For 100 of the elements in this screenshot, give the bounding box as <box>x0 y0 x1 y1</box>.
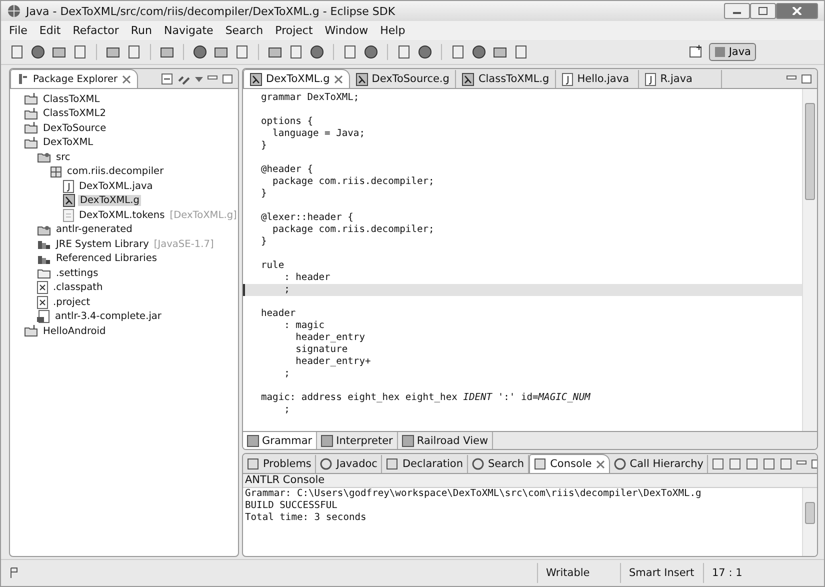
close-icon[interactable] <box>334 74 343 84</box>
editor-tab[interactable]: DexToXML.g <box>243 69 350 88</box>
maximize-icon[interactable] <box>801 74 813 84</box>
menu-item[interactable]: Project <box>275 24 313 37</box>
code-line: package com.riis.decompiler; <box>272 176 434 187</box>
code-line: grammar DexToXML; <box>261 92 360 103</box>
menu-item[interactable]: Navigate <box>164 24 214 37</box>
tree-item[interactable]: com.riis.decompiler <box>65 166 166 178</box>
project-folder-icon <box>24 108 38 120</box>
view-tab[interactable]: Package Explorer <box>10 69 138 88</box>
java-file-icon <box>562 72 574 86</box>
page-icon <box>247 434 259 446</box>
code-line: } <box>261 236 267 247</box>
menu-item[interactable]: File <box>9 24 28 37</box>
code-line: @lexer::header { <box>261 212 354 223</box>
maximize-icon[interactable] <box>222 74 234 84</box>
project-folder-icon <box>24 122 38 134</box>
tree-item[interactable]: .project <box>51 296 92 308</box>
xml-file-icon <box>37 296 48 309</box>
tree-item[interactable]: JRE System Library <box>54 238 151 250</box>
code-line: @header { <box>261 164 313 175</box>
project-folder-icon <box>24 93 38 106</box>
view-tab[interactable]: Problems <box>243 455 316 473</box>
console-line: Total time: 3 seconds <box>245 512 368 524</box>
tree-item[interactable]: HelloAndroid <box>41 326 108 337</box>
status-field: Smart Insert <box>620 563 703 583</box>
code-line: rule <box>261 260 284 271</box>
minimize-button[interactable] <box>724 3 750 19</box>
perspective-button[interactable]: Java <box>708 43 756 61</box>
xml-file-icon <box>37 281 48 294</box>
library-icon <box>37 238 51 250</box>
tree-item-decoration: [DexToXML.g] <box>170 210 237 221</box>
maximize-icon <box>758 7 768 15</box>
grammar-file-icon <box>63 194 75 208</box>
project-folder-icon <box>24 136 38 149</box>
close-button[interactable] <box>776 3 818 19</box>
window-title: Java - DexToXML/src/com/riis/decompiler/DexToXML.g - Eclipse SDK <box>26 4 396 18</box>
close-icon[interactable] <box>596 460 605 468</box>
code-line: : magic <box>283 320 325 331</box>
editor-page-tab[interactable]: Grammar <box>243 432 318 449</box>
tree-item[interactable]: DexToXML.tokens <box>77 210 167 221</box>
tree-item[interactable]: antlr-generated <box>54 224 134 236</box>
code-line: ; <box>283 284 290 295</box>
status-field: Writable <box>537 563 620 583</box>
status-field: 17 : 1 <box>703 563 786 583</box>
code-line: magic: address eight_hex eight_hex IDENT ':' id=MAGIC_NUM <box>261 392 590 403</box>
console-line: BUILD SUCCESSFUL <box>245 500 338 512</box>
editor-page-tab[interactable]: Railroad View <box>398 432 494 449</box>
source-folder-icon <box>37 151 51 164</box>
code-line: header_entry+ <box>294 356 371 367</box>
page-icon <box>402 434 414 446</box>
code-line: ; <box>283 404 290 415</box>
open-perspective-icon[interactable] <box>688 44 704 60</box>
code-line: header <box>261 308 296 319</box>
tree-item[interactable]: .settings <box>54 268 100 279</box>
source-folder-icon <box>37 224 51 236</box>
tree-item[interactable]: antlr-3.4-complete.jar <box>53 311 164 322</box>
globe-icon <box>7 4 21 18</box>
package-explorer-icon <box>17 73 29 85</box>
tree-item[interactable]: Referenced Libraries <box>54 253 159 264</box>
tree-item[interactable]: DexToSource <box>41 122 108 134</box>
jar-file-icon <box>37 310 50 324</box>
menu-item[interactable]: Help <box>380 24 406 37</box>
maximize-button[interactable] <box>750 3 776 19</box>
tree-item[interactable]: DexToXML.g <box>78 195 142 206</box>
tree-item[interactable]: src <box>54 152 72 163</box>
grammar-file-icon <box>462 72 474 86</box>
menu-item[interactable]: Run <box>130 24 152 37</box>
menu-item[interactable]: Edit <box>39 24 61 37</box>
scrollbar[interactable] <box>802 488 817 556</box>
editor-tab[interactable]: DexToSource.g <box>350 70 456 88</box>
code-line: } <box>261 140 267 151</box>
tree-item-decoration: [JavaSE-1.7] <box>154 238 214 250</box>
perspective-icon <box>714 46 726 58</box>
editor-page-tab[interactable]: Interpreter <box>317 432 398 449</box>
code-line: ; <box>283 368 290 379</box>
collapse-all-icon[interactable] <box>160 72 174 86</box>
project-folder-icon <box>24 325 38 338</box>
java-file-icon <box>63 180 74 193</box>
page-icon <box>321 434 334 446</box>
code-line: } <box>261 188 267 199</box>
scrollbar[interactable] <box>802 89 817 431</box>
close-icon[interactable] <box>122 74 131 84</box>
menu-item[interactable]: Window <box>324 24 368 37</box>
tree-item[interactable]: .classpath <box>51 282 105 294</box>
tree-item[interactable]: ClassToXML2 <box>41 108 108 120</box>
code-line: options { <box>261 116 313 127</box>
code-line: : header <box>283 272 330 283</box>
menu-item[interactable]: Search <box>225 24 264 37</box>
java-file-icon <box>645 72 656 86</box>
menu-item[interactable]: Refactor <box>72 24 119 37</box>
view-tab[interactable]: Console <box>529 454 610 473</box>
console-title: ANTLR Console <box>243 474 817 488</box>
code-line: header_entry <box>294 332 365 343</box>
grammar-file-icon <box>356 72 368 86</box>
tree-item[interactable]: DexToXML.java <box>77 180 155 192</box>
code-line: package com.riis.decompiler; <box>272 224 434 235</box>
tree-item[interactable]: DexToXML <box>41 137 96 148</box>
tree-item[interactable]: ClassToXML <box>41 94 102 105</box>
code-line: language = Java; <box>272 128 365 139</box>
